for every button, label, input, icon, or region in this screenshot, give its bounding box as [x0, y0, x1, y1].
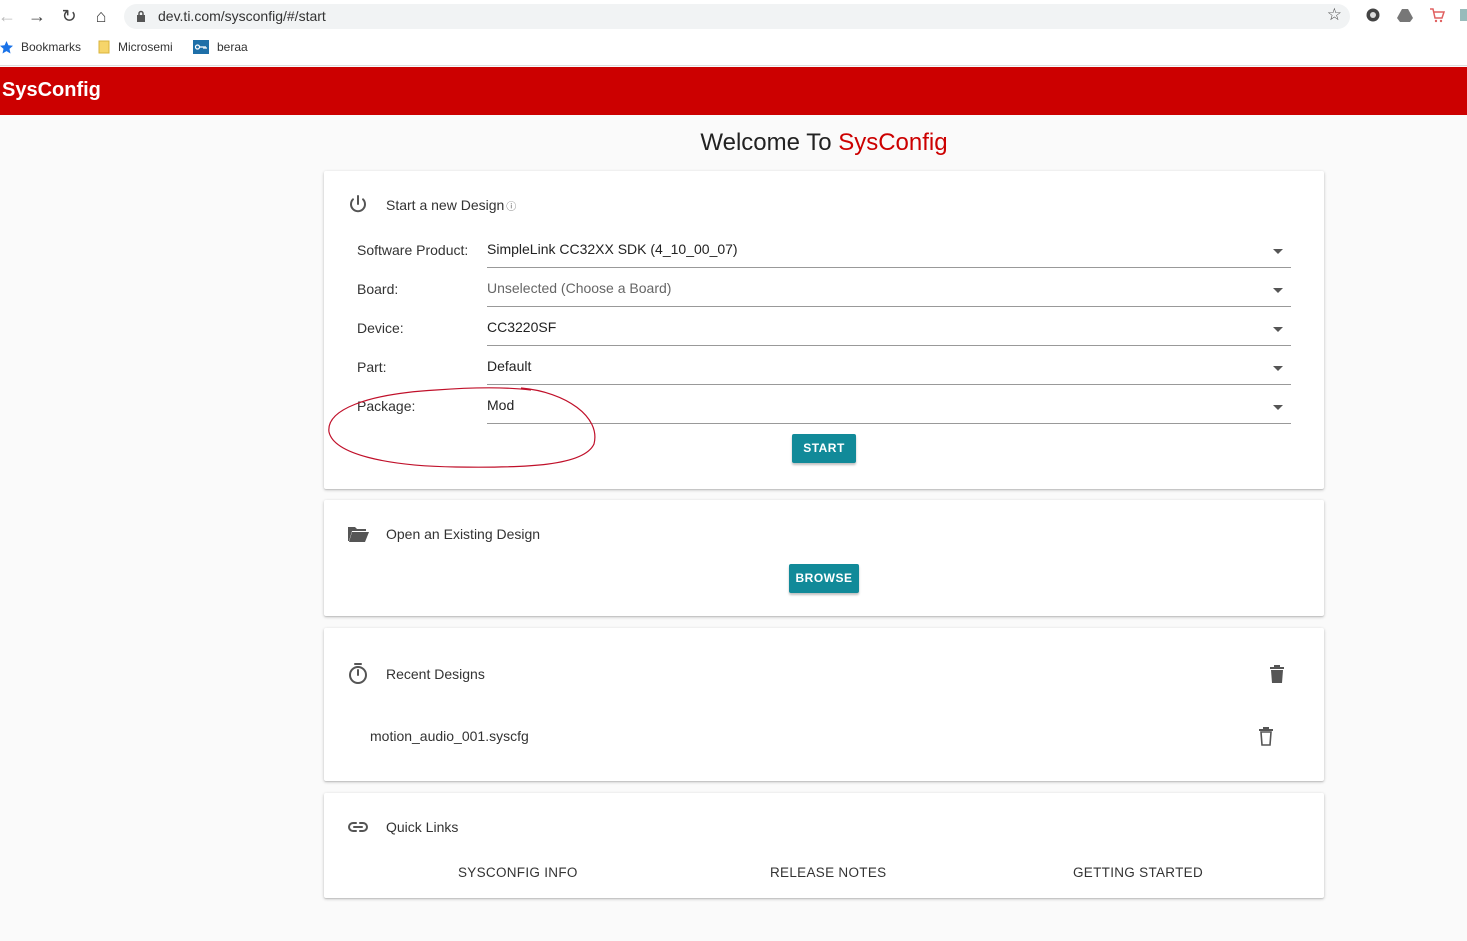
power-icon: [350, 195, 366, 213]
quick-links-card: Quick Links SYSCONFIG INFO RELEASE NOTES…: [324, 793, 1324, 898]
cart-icon[interactable]: [1429, 7, 1445, 23]
bookmark-item[interactable]: Microsemi: [98, 40, 173, 54]
chevron-down-icon: [1273, 405, 1283, 410]
release-notes-link[interactable]: RELEASE NOTES: [770, 865, 886, 880]
bookmark-label: Microsemi: [118, 40, 173, 54]
field-label: Board:: [357, 281, 399, 297]
field-label: Software Product:: [357, 242, 469, 258]
board-select[interactable]: Unselected (Choose a Board): [487, 271, 1291, 307]
folder-open-icon: [348, 527, 369, 542]
select-value: Unselected (Choose a Board): [487, 280, 672, 296]
quick-links-header: Quick Links: [346, 815, 458, 839]
chevron-down-icon: [1273, 288, 1283, 293]
part-select[interactable]: Default: [487, 349, 1291, 385]
browser-toolbar: ← → ↻ ⌂ dev.ti.com/sysconfig/#/start ☆: [0, 0, 1467, 33]
select-value: SimpleLink CC32XX SDK (4_10_00_07): [487, 241, 738, 257]
drive-icon[interactable]: [1397, 7, 1413, 23]
help-icon[interactable]: ⓘ: [506, 198, 516, 213]
welcome-prefix: Welcome To: [700, 129, 839, 156]
bookmark-item[interactable]: Bookmarks: [0, 40, 81, 54]
recent-designs-title: Recent Designs: [386, 666, 485, 682]
field-device: Device: CC3220SF: [357, 310, 1291, 348]
chevron-down-icon: [1273, 249, 1283, 254]
timer-icon: [349, 663, 367, 684]
bookmark-label: Bookmarks: [21, 40, 82, 54]
sysconfig-info-link[interactable]: SYSCONFIG INFO: [458, 865, 578, 880]
browse-button[interactable]: BROWSE: [789, 564, 859, 593]
back-icon[interactable]: ←: [0, 5, 18, 27]
package-select[interactable]: Mod: [487, 388, 1291, 424]
start-button[interactable]: START: [792, 434, 856, 463]
app-header: SysConfig: [0, 67, 1467, 115]
recent-design-item[interactable]: motion_audio_001.syscfg: [370, 728, 529, 744]
annotation-circle: [328, 387, 596, 468]
device-select[interactable]: CC3220SF: [487, 310, 1291, 346]
star-icon: [0, 40, 13, 53]
url-text: dev.ti.com/sysconfig/#/start: [158, 8, 326, 24]
home-icon[interactable]: ⌂: [90, 5, 112, 27]
open-design-title: Open an Existing Design: [386, 526, 541, 542]
welcome-brand: SysConfig: [838, 129, 948, 156]
forward-icon[interactable]: →: [26, 5, 48, 27]
bookmark-label: beraa: [217, 40, 248, 54]
recent-designs-card: Recent Designs motion_audio_001.syscfg: [324, 628, 1324, 781]
select-value: Default: [487, 358, 532, 374]
page-title: Welcome To SysConfig: [324, 129, 1324, 157]
field-label: Part:: [357, 359, 387, 375]
software-product-select[interactable]: SimpleLink CC32XX SDK (4_10_00_07): [487, 232, 1291, 268]
delete-all-icon[interactable]: [1267, 664, 1287, 684]
field-software-product: Software Product: SimpleLink CC32XX SDK …: [357, 232, 1291, 270]
recent-designs-header: Recent Designs: [346, 662, 485, 686]
bookmark-star-icon[interactable]: ☆: [1327, 5, 1342, 25]
bookmark-item[interactable]: beraa: [193, 40, 248, 54]
delete-icon[interactable]: [1256, 726, 1276, 746]
lock-icon: [137, 10, 145, 22]
bookmarks-bar: Bookmarks Microsemi beraa: [0, 33, 1467, 66]
new-design-title: Start a new Design: [386, 197, 505, 213]
open-design-header: Open an Existing Design: [346, 522, 540, 546]
chevron-down-icon: [1273, 366, 1283, 371]
open-design-card: Open an Existing Design BROWSE: [324, 500, 1324, 616]
field-board: Board: Unselected (Choose a Board): [357, 271, 1291, 309]
extension-icon[interactable]: [1365, 7, 1381, 23]
chevron-down-icon: [1273, 327, 1283, 332]
getting-started-link[interactable]: GETTING STARTED: [1073, 865, 1203, 880]
folder-icon: [98, 40, 110, 54]
link-icon: [348, 822, 368, 832]
app-title: SysConfig: [2, 79, 101, 101]
reload-icon[interactable]: ↻: [58, 5, 80, 27]
quick-links-title: Quick Links: [386, 819, 459, 835]
extension-icon[interactable]: [1459, 7, 1467, 23]
new-design-header: Start a new Design ⓘ: [346, 193, 516, 217]
field-label: Device:: [357, 320, 404, 336]
key-icon: [193, 40, 209, 54]
select-value: CC3220SF: [487, 319, 557, 335]
address-bar[interactable]: dev.ti.com/sysconfig/#/start ☆: [124, 4, 1350, 29]
